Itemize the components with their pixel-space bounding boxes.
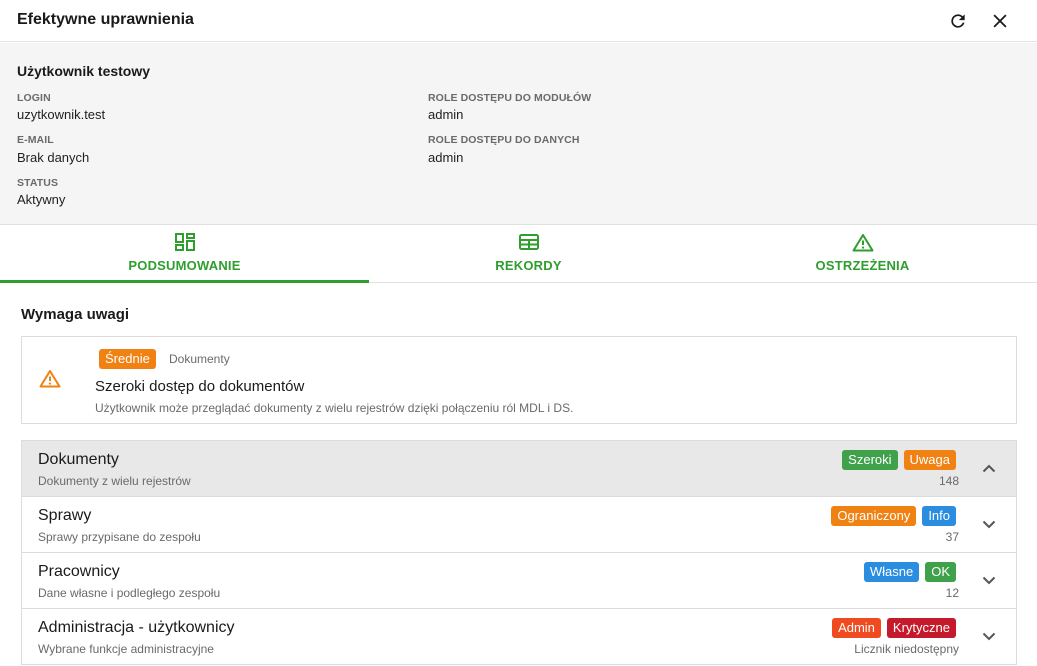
record-count: Licznik niedostępny [854,642,959,656]
refresh-icon [951,14,965,28]
record-count: 37 [945,530,959,544]
tab-bar: PODSUMOWANIE REKORDY OSTRZEŻENIA [0,226,1037,283]
list-item-subtitle: Dokumenty z wielu rejestrów [38,474,191,488]
expand-toggle[interactable] [980,627,998,645]
level-badge: Krytyczne [886,618,956,638]
email-value: Brak danych [17,150,90,165]
list-item[interactable]: Administracja - użytkownicy Wybrane funk… [22,609,1016,665]
alert-title: Szeroki dostęp do dokumentów [95,378,305,395]
record-count: 12 [945,586,959,600]
dashboard-icon [174,233,195,251]
scope-badge: Szeroki [842,450,898,470]
scope-badge: Ograniczony [831,506,917,526]
data-roles-label: ROLE DOSTĘPU DO DANYCH [428,134,580,146]
user-info-panel: Użytkownik testowy LOGIN uzytkownik.test… [0,43,1037,225]
module-roles-label: ROLE DOSTĘPU DO MODUŁÓW [428,92,592,104]
section-title: Wymaga uwagi [21,306,130,323]
status-value: Aktywny [17,192,66,207]
expand-toggle[interactable] [980,515,998,533]
collapse-toggle[interactable] [980,459,998,477]
permissions-list: Dokumenty Dokumenty z wielu rejestrów Sz… [21,440,1017,665]
level-badge: Uwaga [903,450,956,470]
alert-category: Dokumenty [169,352,230,366]
chevron-down-icon [982,576,996,584]
list-item[interactable]: Pracownicy Dane własne i podległego zesp… [22,553,1016,609]
list-item[interactable]: Dokumenty Dokumenty z wielu rejestrów Sz… [22,441,1016,497]
tab-records[interactable]: REKORDY [344,226,713,283]
alert-description: Użytkownik może przeglądać dokumenty z w… [95,401,574,415]
email-label: E-MAIL [17,134,54,146]
warning-icon [852,233,873,251]
warning-icon [39,370,61,388]
module-roles-value: admin [428,107,464,122]
record-count: 148 [938,474,959,488]
list-item-subtitle: Wybrane funkcje administracyjne [38,642,214,656]
level-badge: Info [922,506,956,526]
scope-badge: Własne [863,562,920,582]
user-name: Użytkownik testowy [17,63,151,79]
active-tab-indicator [0,280,369,283]
table-icon [518,234,539,250]
severity-badge: Średnie [99,349,156,369]
data-roles-value: admin [428,150,464,165]
chevron-down-icon [982,520,996,528]
tab-summary[interactable]: PODSUMOWANIE [0,226,369,283]
login-label: LOGIN [17,92,51,104]
level-badge: OK [925,562,956,582]
tab-records-label: REKORDY [495,258,562,273]
tab-summary-label: PODSUMOWANIE [128,258,241,273]
dialog-header: Efektywne uprawnienia [0,0,1037,42]
expand-toggle[interactable] [980,571,998,589]
list-item-title: Administracja - użytkownicy [38,619,235,636]
refresh-button[interactable] [946,9,970,33]
alert-card: Średnie Dokumenty Szeroki dostęp do doku… [21,336,1017,424]
tab-warnings[interactable]: OSTRZEŻENIA [678,226,1037,283]
list-item-subtitle: Sprawy przypisane do zespołu [38,530,201,544]
chevron-up-icon [982,464,996,472]
status-label: STATUS [17,177,59,189]
dialog-title: Efektywne uprawnienia [17,11,194,28]
permissions-dialog: Efektywne uprawnienia Użytkownik testowy… [0,0,1037,666]
close-icon [993,14,1007,28]
list-item[interactable]: Sprawy Sprawy przypisane do zespołu Ogra… [22,497,1016,553]
chevron-down-icon [982,632,996,640]
list-item-title: Sprawy [38,507,92,524]
list-item-subtitle: Dane własne i podległego zespołu [38,586,221,600]
close-button[interactable] [988,9,1012,33]
tab-warnings-label: OSTRZEŻENIA [815,258,910,273]
list-item-title: Dokumenty [38,451,119,468]
login-value: uzytkownik.test [17,107,106,122]
list-item-title: Pracownicy [38,563,120,580]
scope-badge: Admin [832,618,881,638]
